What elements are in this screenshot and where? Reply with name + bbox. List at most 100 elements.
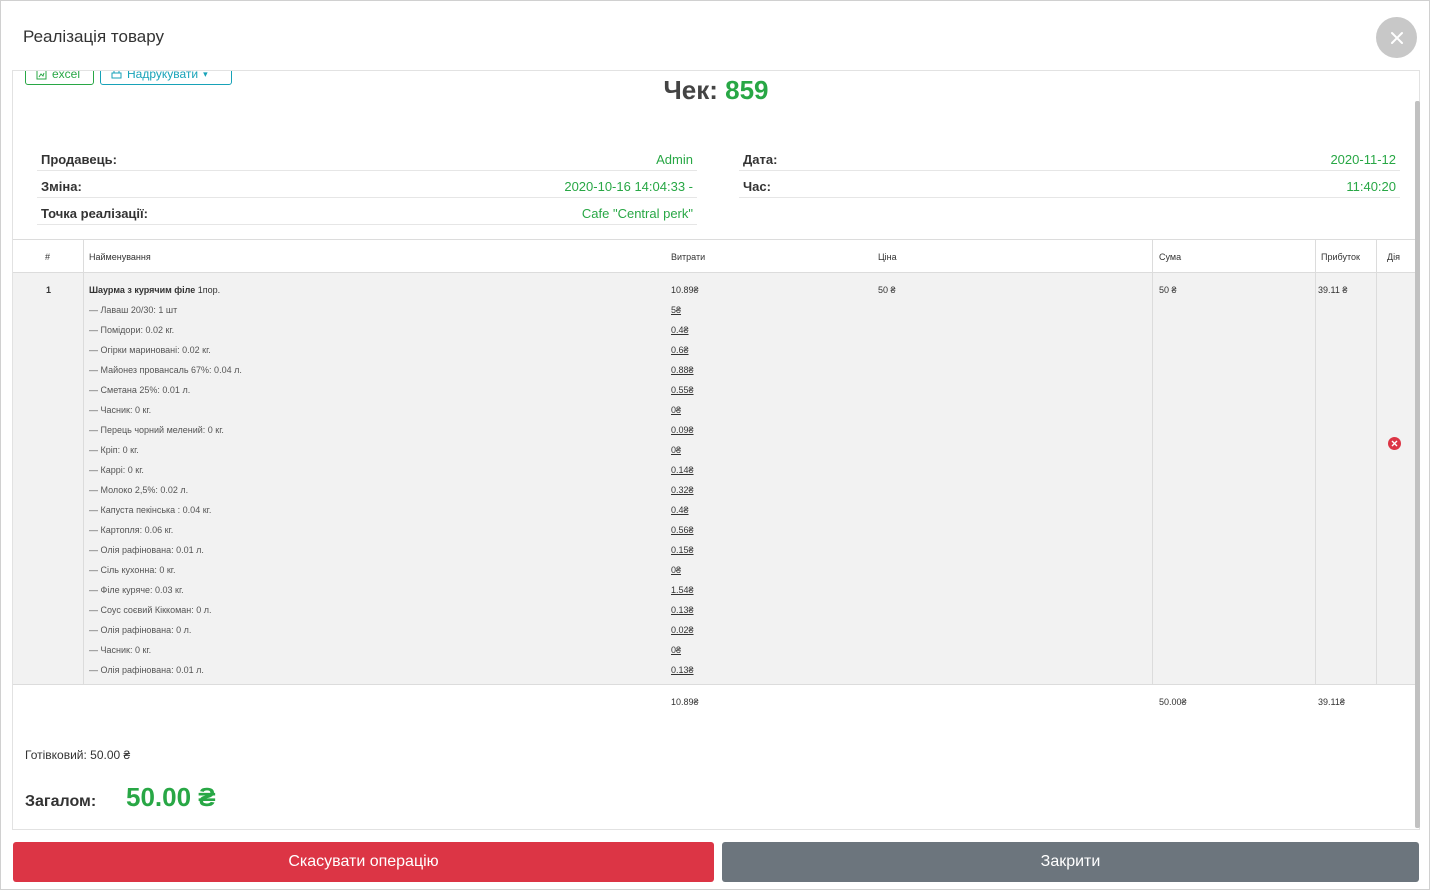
ingredient-cost[interactable]: 0₴ — [671, 445, 681, 455]
ingredient-name: — Олія рафінована: 0.01 л. — [89, 665, 204, 675]
row-price: 50 ₴ — [878, 285, 896, 295]
ingredient-name: — Майонез провансаль 67%: 0.04 л. — [89, 365, 242, 375]
close-modal-button[interactable]: Закрити — [722, 842, 1419, 882]
ingredient-dash: — — [89, 665, 101, 675]
ingredient-dash: — — [89, 625, 101, 635]
ingredient-text: Соус соєвий Кіккоман: 0 л. — [100, 605, 212, 615]
close-icon — [1390, 31, 1403, 44]
ingredient-cost[interactable]: 0₴ — [671, 565, 681, 575]
seller-label: Продавець: — [41, 152, 117, 167]
ingredient-cost[interactable]: 0.02₴ — [671, 625, 694, 635]
ingredient-dash: — — [89, 305, 101, 315]
ingredient-text: Лаваш 20/30: 1 шт — [100, 305, 178, 315]
scrollbar[interactable] — [1415, 101, 1420, 828]
ingredient-cost[interactable]: 0.15₴ — [671, 545, 694, 555]
info-seller: Продавець: Admin — [37, 144, 697, 171]
ingredient-text: Капуста пекінська : 0.04 кг. — [100, 505, 212, 515]
ingredient-text: Помідори: 0.02 кг. — [100, 325, 175, 335]
ingredient-cost[interactable]: 0.88₴ — [671, 365, 694, 375]
ingredient-cost[interactable]: 0.6₴ — [671, 345, 689, 355]
header-price: Ціна — [878, 252, 897, 262]
ingredient-dash: — — [89, 385, 101, 395]
ingredient-cost[interactable]: 0₴ — [671, 645, 681, 655]
ingredient-text: Олія рафінована: 0.01 л. — [100, 665, 204, 675]
header-cost: Витрати — [671, 252, 706, 262]
product-portion: 1пор. — [197, 285, 221, 295]
ingredient-name: — Огірки мариновані: 0.02 кг. — [89, 345, 211, 355]
ingredient-cost[interactable]: 0₴ — [671, 405, 681, 415]
ingredient-dash: — — [89, 505, 101, 515]
header-profit: Прибуток — [1321, 252, 1360, 262]
ingredient-text: Часник: 0 кг. — [100, 645, 152, 655]
ingredient-cost[interactable]: 0.55₴ — [671, 385, 694, 395]
ingredient-name: — Сіль кухонна: 0 кг. — [89, 565, 175, 575]
ingredient-name: — Філе куряче: 0.03 кг. — [89, 585, 184, 595]
ingredient-text: Молоко 2,5%: 0.02 л. — [100, 485, 189, 495]
ingredient-cost[interactable]: 0.4₴ — [671, 325, 689, 335]
ingredient-text: Сметана 25%: 0.01 л. — [100, 385, 191, 395]
ingredient-text: Огірки мариновані: 0.02 кг. — [100, 345, 211, 355]
ingredient-name: — Каррі: 0 кг. — [89, 465, 144, 475]
ingredient-cost[interactable]: 0.14₴ — [671, 465, 694, 475]
ingredient-cost[interactable]: 0.32₴ — [671, 485, 694, 495]
ingredient-text: Олія рафінована: 0.01 л. — [100, 545, 204, 555]
close-icon — [1391, 440, 1398, 447]
ingredient-dash: — — [89, 525, 101, 535]
delete-row-icon[interactable] — [1388, 437, 1401, 450]
ingredient-dash: — — [89, 645, 101, 655]
ingredient-name: — Картопля: 0.06 кг. — [89, 525, 173, 535]
time-label: Час: — [743, 179, 771, 194]
modal-header: Реалізація товару — [1, 1, 1430, 71]
row-profit: 39.11 ₴ — [1318, 285, 1348, 295]
ingredient-cost[interactable]: 0.4₴ — [671, 505, 689, 515]
ingredient-name: — Перець чорний мелений: 0 кг. — [89, 425, 224, 435]
info-time: Час: 11:40:20 — [739, 171, 1400, 198]
ingredient-dash: — — [89, 405, 101, 415]
row-cost: 10.89₴ — [671, 285, 699, 295]
info-date: Дата: 2020-11-12 — [739, 144, 1400, 171]
ingredient-name: — Часник: 0 кг. — [89, 645, 151, 655]
ingredient-text: Сіль кухонна: 0 кг. — [100, 565, 176, 575]
row-product: Шаурма з курячим філе 1пор. — [89, 285, 220, 295]
table-row: 1 Шаурма з курячим філе 1пор. 10.89₴ 50 … — [13, 273, 1419, 685]
ingredient-name: — Олія рафінована: 0.01 л. — [89, 545, 204, 555]
total-profit: 39.11₴ — [1318, 697, 1345, 707]
ingredient-text: Каррі: 0 кг. — [100, 465, 144, 475]
ingredient-dash: — — [89, 565, 101, 575]
ingredient-dash: — — [89, 325, 101, 335]
ingredient-dash: — — [89, 345, 101, 355]
ingredient-text: Філе куряче: 0.03 кг. — [100, 585, 184, 595]
ingredient-cost[interactable]: 0.13₴ — [671, 605, 694, 615]
date-label: Дата: — [743, 152, 778, 167]
close-button[interactable] — [1376, 17, 1417, 58]
check-number: 859 — [725, 75, 769, 105]
ingredient-name: — Сметана 25%: 0.01 л. — [89, 385, 190, 395]
total-value: 50.00 ₴ — [126, 782, 216, 812]
ingredient-cost[interactable]: 0.13₴ — [671, 665, 694, 675]
ingredient-cost[interactable]: 0.56₴ — [671, 525, 694, 535]
ingredient-cost[interactable]: 5₴ — [671, 305, 681, 315]
ingredient-cost[interactable]: 1.54₴ — [671, 585, 694, 595]
ingredient-text: Олія рафінована: 0 л. — [100, 625, 192, 635]
check-label: Чек: — [663, 75, 718, 105]
ingredient-name: — Кріп: 0 кг. — [89, 445, 139, 455]
ingredient-text: Картопля: 0.06 кг. — [100, 525, 174, 535]
total-cost: 10.89₴ — [671, 697, 699, 707]
check-title: Чек: 859 — [13, 75, 1419, 106]
ingredient-name: — Олія рафінована: 0 л. — [89, 625, 191, 635]
ingredient-name: — Соус соєвий Кіккоман: 0 л. — [89, 605, 212, 615]
ingredient-name: — Молоко 2,5%: 0.02 л. — [89, 485, 188, 495]
ingredient-dash: — — [89, 465, 101, 475]
time-value: 11:40:20 — [1346, 179, 1396, 194]
ingredient-dash: — — [89, 425, 101, 435]
total-label: Загалом: — [25, 793, 97, 810]
point-value: Cafe "Central perk" — [581, 206, 693, 221]
header-num: # — [45, 252, 51, 262]
ingredient-text: Часник: 0 кг. — [100, 405, 152, 415]
cancel-operation-button[interactable]: Скасувати операцію — [13, 842, 714, 882]
shift-label: Зміна: — [41, 179, 82, 194]
info-point: Точка реалізації: Cafe "Central perk" — [37, 198, 697, 225]
modal-body: excel Надрукувати ▾ Чек: 859 Продавець: … — [12, 70, 1420, 830]
ingredient-text: Кріп: 0 кг. — [100, 445, 139, 455]
ingredient-cost[interactable]: 0.09₴ — [671, 425, 694, 435]
